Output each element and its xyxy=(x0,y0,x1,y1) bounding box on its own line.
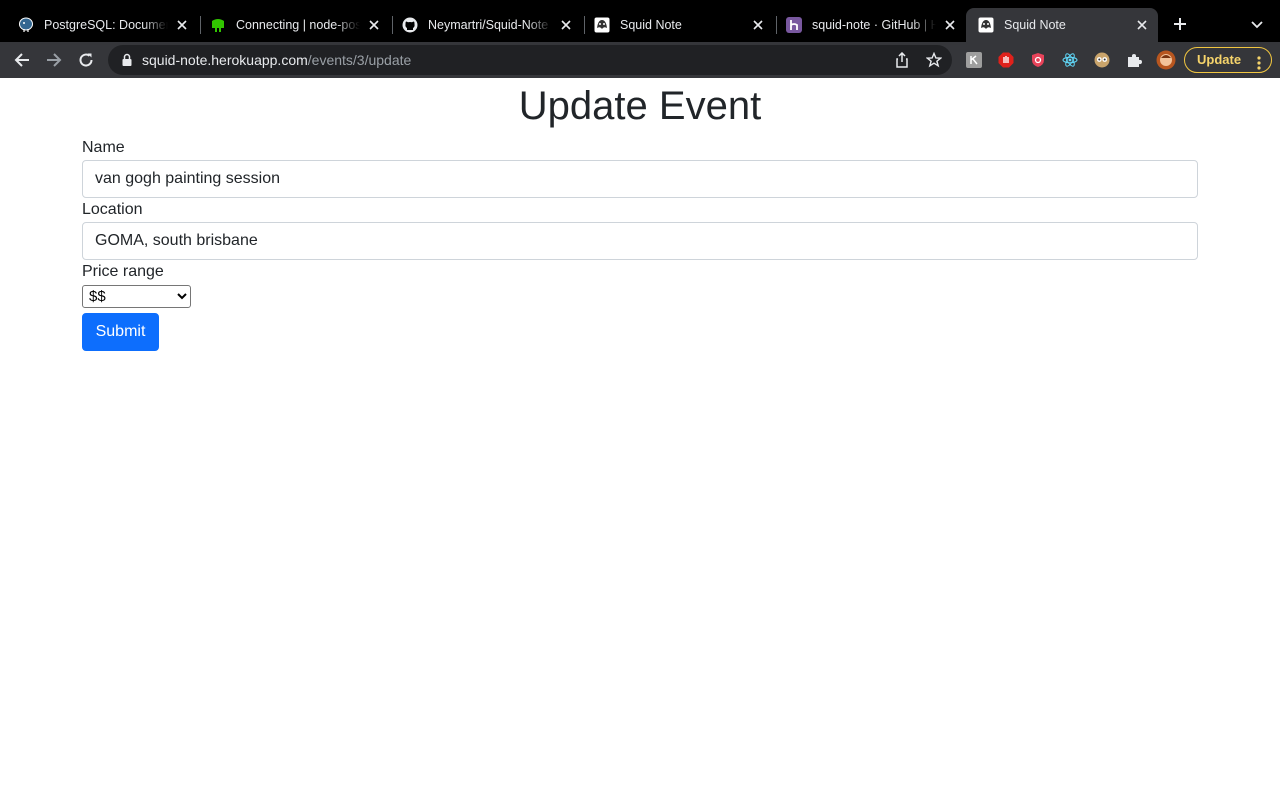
reload-icon[interactable] xyxy=(74,48,98,72)
share-icon[interactable] xyxy=(894,51,910,68)
name-label: Name xyxy=(82,139,125,156)
postgresql-elephant-icon xyxy=(18,17,34,33)
bookmark-star-icon[interactable] xyxy=(925,51,943,68)
address-url[interactable]: squid-note.herokuapp.com/events/3/update xyxy=(142,52,411,68)
extension-translate-icon[interactable] xyxy=(966,52,982,68)
tab-title: Neymartri/Squid-Note xyxy=(428,18,549,32)
extension-stop-hand-icon[interactable] xyxy=(998,52,1014,68)
close-icon[interactable] xyxy=(558,17,574,33)
close-icon[interactable] xyxy=(366,17,382,33)
close-icon[interactable] xyxy=(1134,17,1150,33)
forward-arrow-icon[interactable] xyxy=(42,48,66,72)
url-host: squid-note.herokuapp.com xyxy=(142,52,308,68)
browser-tab-strip: PostgreSQL: Documentation Connecting | n… xyxy=(0,0,1280,42)
squid-note-icon xyxy=(594,17,610,33)
price-range-label: Price range xyxy=(82,263,164,280)
lock-icon[interactable] xyxy=(120,53,134,67)
back-arrow-icon[interactable] xyxy=(10,48,34,72)
price-range-select[interactable]: $$ xyxy=(82,285,191,308)
close-icon[interactable] xyxy=(750,17,766,33)
page-title: Update Event xyxy=(518,84,762,128)
tab-title: PostgreSQL: Documentation xyxy=(44,18,168,32)
github-icon xyxy=(402,17,418,33)
tab-node-postgres[interactable]: Connecting | node-postgres xyxy=(192,8,393,42)
chrome-update-button[interactable]: Update xyxy=(1184,47,1272,73)
submit-button[interactable]: Submit xyxy=(82,313,159,351)
squid-note-icon xyxy=(978,17,994,33)
page-content: Update Event Name Location Price range $… xyxy=(0,78,1280,800)
profile-avatar[interactable] xyxy=(1156,50,1176,70)
tab-postgresql-docs[interactable]: PostgreSQL: Documentation xyxy=(0,8,201,42)
tab-title: Connecting | node-postgres xyxy=(236,18,360,32)
tab-heroku-squid-note[interactable]: squid-note · GitHub | Heroku xyxy=(768,8,968,42)
extension-owl-icon[interactable] xyxy=(1094,52,1110,68)
close-icon[interactable] xyxy=(942,17,958,33)
tab-title: squid-note · GitHub | Heroku xyxy=(812,18,936,32)
tab-squid-note-active[interactable]: Squid Note xyxy=(966,8,1158,42)
node-postgres-icon xyxy=(210,17,226,33)
browser-toolbar: squid-note.herokuapp.com/events/3/update… xyxy=(0,42,1280,78)
extensions-puzzle-icon[interactable] xyxy=(1126,52,1142,68)
update-label: Update xyxy=(1197,52,1242,67)
tab-squid-note[interactable]: Squid Note xyxy=(576,8,777,42)
close-icon[interactable] xyxy=(174,17,190,33)
tab-title: Squid Note xyxy=(1004,18,1066,32)
extension-shield-icon[interactable] xyxy=(1030,52,1046,68)
location-label: Location xyxy=(82,201,143,218)
address-bar[interactable]: squid-note.herokuapp.com/events/3/update xyxy=(108,45,952,75)
tab-github-squid-note[interactable]: Neymartri/Squid-Note xyxy=(384,8,585,42)
url-path: /events/3/update xyxy=(307,52,412,68)
location-input[interactable] xyxy=(82,222,1198,260)
chevron-down-icon[interactable] xyxy=(1246,14,1268,36)
name-input[interactable] xyxy=(82,160,1198,198)
more-vertical-icon xyxy=(1257,54,1261,70)
heroku-icon xyxy=(786,17,802,33)
new-tab-plus-icon[interactable] xyxy=(1168,12,1192,36)
update-event-form: Name Location Price range $$ Submit xyxy=(82,136,1198,351)
tab-title: Squid Note xyxy=(620,18,682,32)
react-devtools-icon[interactable] xyxy=(1062,52,1078,68)
